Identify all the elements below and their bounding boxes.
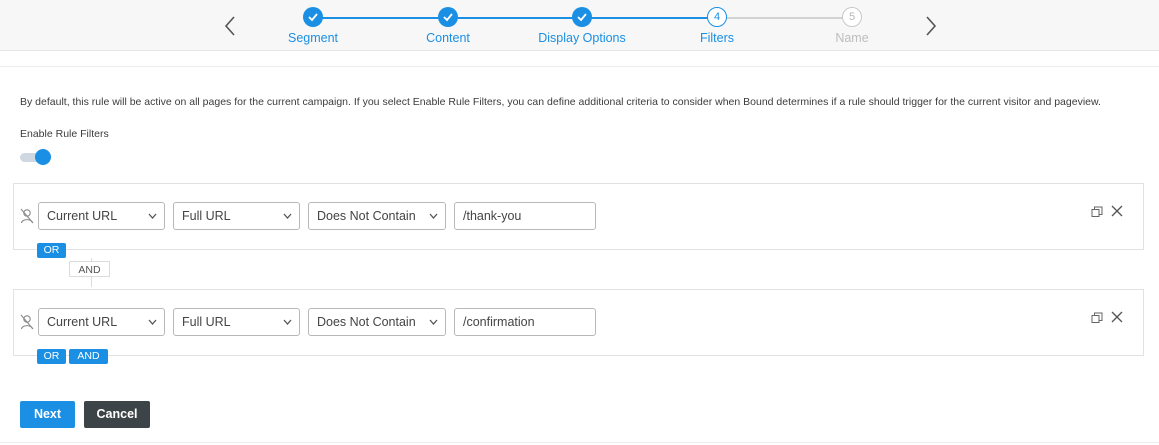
- step-name-number: 5: [842, 7, 862, 27]
- scope-select-value: Full URL: [182, 209, 231, 223]
- chevron-down-icon: [148, 213, 157, 219]
- field-select-value: Current URL: [47, 315, 118, 329]
- close-icon[interactable]: [1111, 310, 1123, 323]
- scope-select-value: Full URL: [182, 315, 231, 329]
- person-icon: [20, 314, 34, 330]
- value-input[interactable]: /confirmation: [454, 308, 596, 336]
- operator-select[interactable]: Does Not Contain: [308, 308, 446, 336]
- chevron-down-icon: [283, 319, 292, 325]
- cancel-button[interactable]: Cancel: [84, 401, 150, 428]
- chevron-left-icon[interactable]: [223, 15, 237, 37]
- filter-rule-1: Current URL Full URL Does Not Contain /t…: [13, 183, 1144, 250]
- step-label-display-options[interactable]: Display Options: [538, 31, 626, 45]
- or-button[interactable]: OR: [37, 349, 66, 364]
- and-button[interactable]: AND: [69, 349, 108, 364]
- step-content-check-icon[interactable]: [438, 7, 458, 27]
- field-select[interactable]: Current URL: [38, 308, 165, 336]
- divider: [0, 442, 1159, 443]
- divider: [0, 66, 1159, 67]
- close-icon[interactable]: [1111, 204, 1123, 217]
- progress-line-remaining: [717, 17, 852, 19]
- field-select[interactable]: Current URL: [38, 202, 165, 230]
- wizard-stepper: 4 5 Segment Content Display Options Filt…: [0, 0, 1159, 51]
- enable-rule-filters-toggle[interactable]: [20, 149, 52, 165]
- chevron-right-icon[interactable]: [924, 15, 938, 37]
- or-button[interactable]: OR: [37, 243, 66, 258]
- progress-line-complete: [313, 17, 717, 19]
- value-input[interactable]: /thank-you: [454, 202, 596, 230]
- chevron-down-icon: [148, 319, 157, 325]
- field-select-value: Current URL: [47, 209, 118, 223]
- enable-rule-filters-label: Enable Rule Filters: [20, 128, 109, 140]
- toggle-knob[interactable]: [35, 149, 51, 165]
- filter-rule-2: Current URL Full URL Does Not Contain /c…: [13, 289, 1144, 356]
- step-label-filters[interactable]: Filters: [700, 31, 734, 45]
- next-button[interactable]: Next: [20, 401, 75, 428]
- chevron-down-icon: [283, 213, 292, 219]
- duplicate-icon[interactable]: [1091, 205, 1103, 217]
- person-icon: [20, 208, 34, 224]
- step-filters-number[interactable]: 4: [707, 7, 727, 27]
- scope-select[interactable]: Full URL: [173, 202, 300, 230]
- intro-text: By default, this rule will be active on …: [20, 96, 1101, 108]
- duplicate-icon[interactable]: [1091, 311, 1103, 323]
- operator-select-value: Does Not Contain: [317, 315, 416, 329]
- step-label-name: Name: [835, 31, 869, 45]
- connector-line-bottom: [91, 277, 92, 287]
- operator-select-value: Does Not Contain: [317, 209, 416, 223]
- step-label-content[interactable]: Content: [426, 31, 470, 45]
- step-display-options-check-icon[interactable]: [572, 7, 592, 27]
- operator-select[interactable]: Does Not Contain: [308, 202, 446, 230]
- step-segment-check-icon[interactable]: [303, 7, 323, 27]
- step-label-segment[interactable]: Segment: [288, 31, 338, 45]
- scope-select[interactable]: Full URL: [173, 308, 300, 336]
- and-connector-label: AND: [69, 261, 110, 277]
- chevron-down-icon: [429, 213, 438, 219]
- chevron-down-icon: [429, 319, 438, 325]
